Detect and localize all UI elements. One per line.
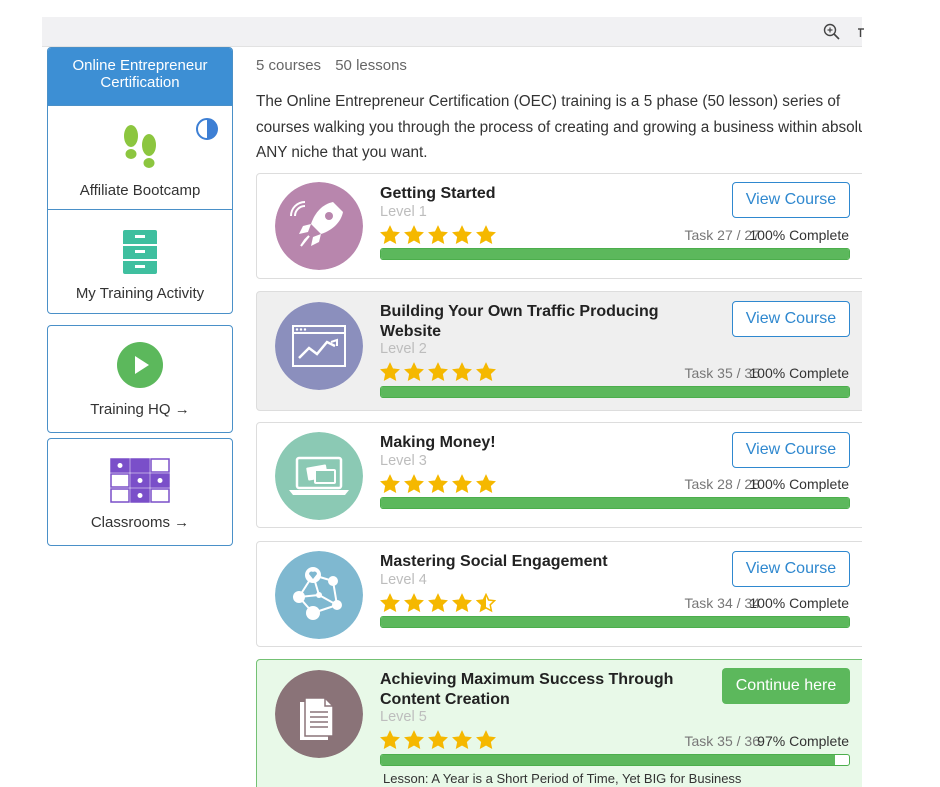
star-full-icon [404, 474, 424, 493]
sidebar-header[interactable]: Online Entrepreneur Certification [48, 48, 232, 105]
sidebar-item-label: Affiliate Bootcamp [79, 182, 201, 199]
progress-fill [381, 617, 849, 627]
sidebar-card: Online Entrepreneur Certification Affili… [47, 47, 233, 314]
sidebar: Online Entrepreneur Certification Affili… [47, 47, 233, 314]
course-title[interactable]: Getting Started [380, 184, 690, 204]
course-title[interactable]: Mastering Social Engagement [380, 552, 690, 572]
star-full-icon [476, 730, 496, 749]
star-rating [380, 593, 500, 613]
continue-here-button[interactable]: Continue here [722, 668, 850, 704]
grid-classroom-icon [110, 458, 170, 503]
course-stats: 5 courses 50 lessons [256, 57, 417, 74]
progress-bar [380, 386, 850, 398]
course-card: Getting Started Level 1 Task 27 / 27 100… [256, 173, 862, 279]
star-full-icon [380, 225, 400, 244]
star-rating [380, 730, 500, 750]
laptop-card-icon [275, 432, 363, 520]
main-content: 5 courses 50 lessons The Online Entrepre… [256, 47, 862, 787]
completion-percent: 100% Complete [749, 595, 849, 611]
completion-percent: 100% Complete [749, 365, 849, 381]
course-title[interactable]: Making Money! [380, 433, 690, 453]
star-full-icon [452, 362, 472, 381]
course-card: Building Your Own Traffic Producing Webs… [256, 291, 862, 411]
star-full-icon [452, 474, 472, 493]
browser-toolbar [42, 17, 864, 47]
star-full-icon [476, 362, 496, 381]
course-card: Making Money! Level 3 Task 28 / 28 100% … [256, 422, 862, 528]
website-chart-icon [275, 302, 363, 390]
course-level: Level 3 [380, 453, 427, 469]
progress-fill [381, 387, 849, 397]
star-full-icon [380, 730, 400, 749]
progress-fill [381, 755, 835, 765]
menu-icon[interactable] [856, 22, 864, 42]
sidebar-item-training-hq[interactable]: Training HQ → [47, 325, 233, 433]
course-card-active: Achieving Maximum Success Through Conten… [256, 659, 862, 787]
star-full-icon [380, 474, 400, 493]
view-course-button[interactable]: View Course [732, 551, 850, 587]
star-full-icon [404, 225, 424, 244]
sidebar-item-my-training-activity[interactable]: My Training Activity [48, 209, 232, 313]
course-title[interactable]: Achieving Maximum Success Through Conten… [380, 670, 690, 710]
course-level: Level 5 [380, 709, 427, 725]
completion-percent: 97% Complete [757, 733, 849, 749]
sidebar-item-classrooms[interactable]: Classrooms → [47, 438, 233, 546]
star-full-icon [428, 730, 448, 749]
completion-percent: 100% Complete [749, 476, 849, 492]
documents-icon [275, 670, 363, 758]
sidebar-item-label: Training HQ → [90, 401, 190, 418]
star-full-icon [428, 225, 448, 244]
course-card: Mastering Social Engagement Level 4 Task… [256, 541, 862, 647]
star-full-icon [404, 593, 424, 612]
task-count: Task 35 / 36 [684, 733, 761, 749]
sidebar-item-affiliate-bootcamp[interactable]: Affiliate Bootcamp [48, 105, 232, 209]
zoom-icon[interactable] [822, 22, 842, 42]
progress-bar [380, 616, 850, 628]
star-full-icon [476, 474, 496, 493]
sidebar-item-label: My Training Activity [75, 285, 205, 302]
star-full-icon [452, 730, 472, 749]
star-full-icon [452, 225, 472, 244]
lesson-count: 50 lessons [335, 57, 407, 74]
star-full-icon [404, 362, 424, 381]
training-description: The Online Entrepreneur Certification (O… [256, 93, 862, 161]
social-network-icon [275, 551, 363, 639]
drawer-cabinet-icon [123, 230, 157, 274]
view-course-button[interactable]: View Course [732, 301, 850, 337]
footprints-icon [124, 125, 156, 168]
progress-fill [381, 498, 849, 508]
course-level: Level 1 [380, 204, 427, 220]
completion-percent: 100% Complete [749, 227, 849, 243]
star-full-icon [428, 362, 448, 381]
progress-bar [380, 248, 850, 260]
star-full-icon [476, 225, 496, 244]
page: Online Entrepreneur Certification Affili… [0, 0, 940, 787]
rocket-icon [275, 182, 363, 270]
star-rating [380, 225, 500, 245]
star-full-icon [380, 593, 400, 612]
course-level: Level 2 [380, 341, 427, 357]
half-circle-icon[interactable] [195, 117, 219, 141]
sidebar-item-label: Classrooms → [90, 514, 190, 531]
play-circle-icon [117, 342, 163, 388]
view-course-button[interactable]: View Course [732, 182, 850, 218]
course-title[interactable]: Building Your Own Traffic Producing Webs… [380, 302, 690, 342]
progress-bar [380, 754, 850, 766]
progress-fill [381, 249, 849, 259]
star-half-icon [476, 593, 496, 613]
current-lesson[interactable]: Lesson: A Year is a Short Period of Time… [383, 771, 741, 786]
star-rating [380, 474, 500, 494]
star-full-icon [428, 593, 448, 612]
star-rating [380, 362, 500, 382]
star-full-icon [404, 730, 424, 749]
course-level: Level 4 [380, 572, 427, 588]
star-full-icon [428, 474, 448, 493]
star-full-icon [380, 362, 400, 381]
view-course-button[interactable]: View Course [732, 432, 850, 468]
progress-bar [380, 497, 850, 509]
course-count: 5 courses [256, 57, 322, 74]
star-full-icon [452, 593, 472, 612]
